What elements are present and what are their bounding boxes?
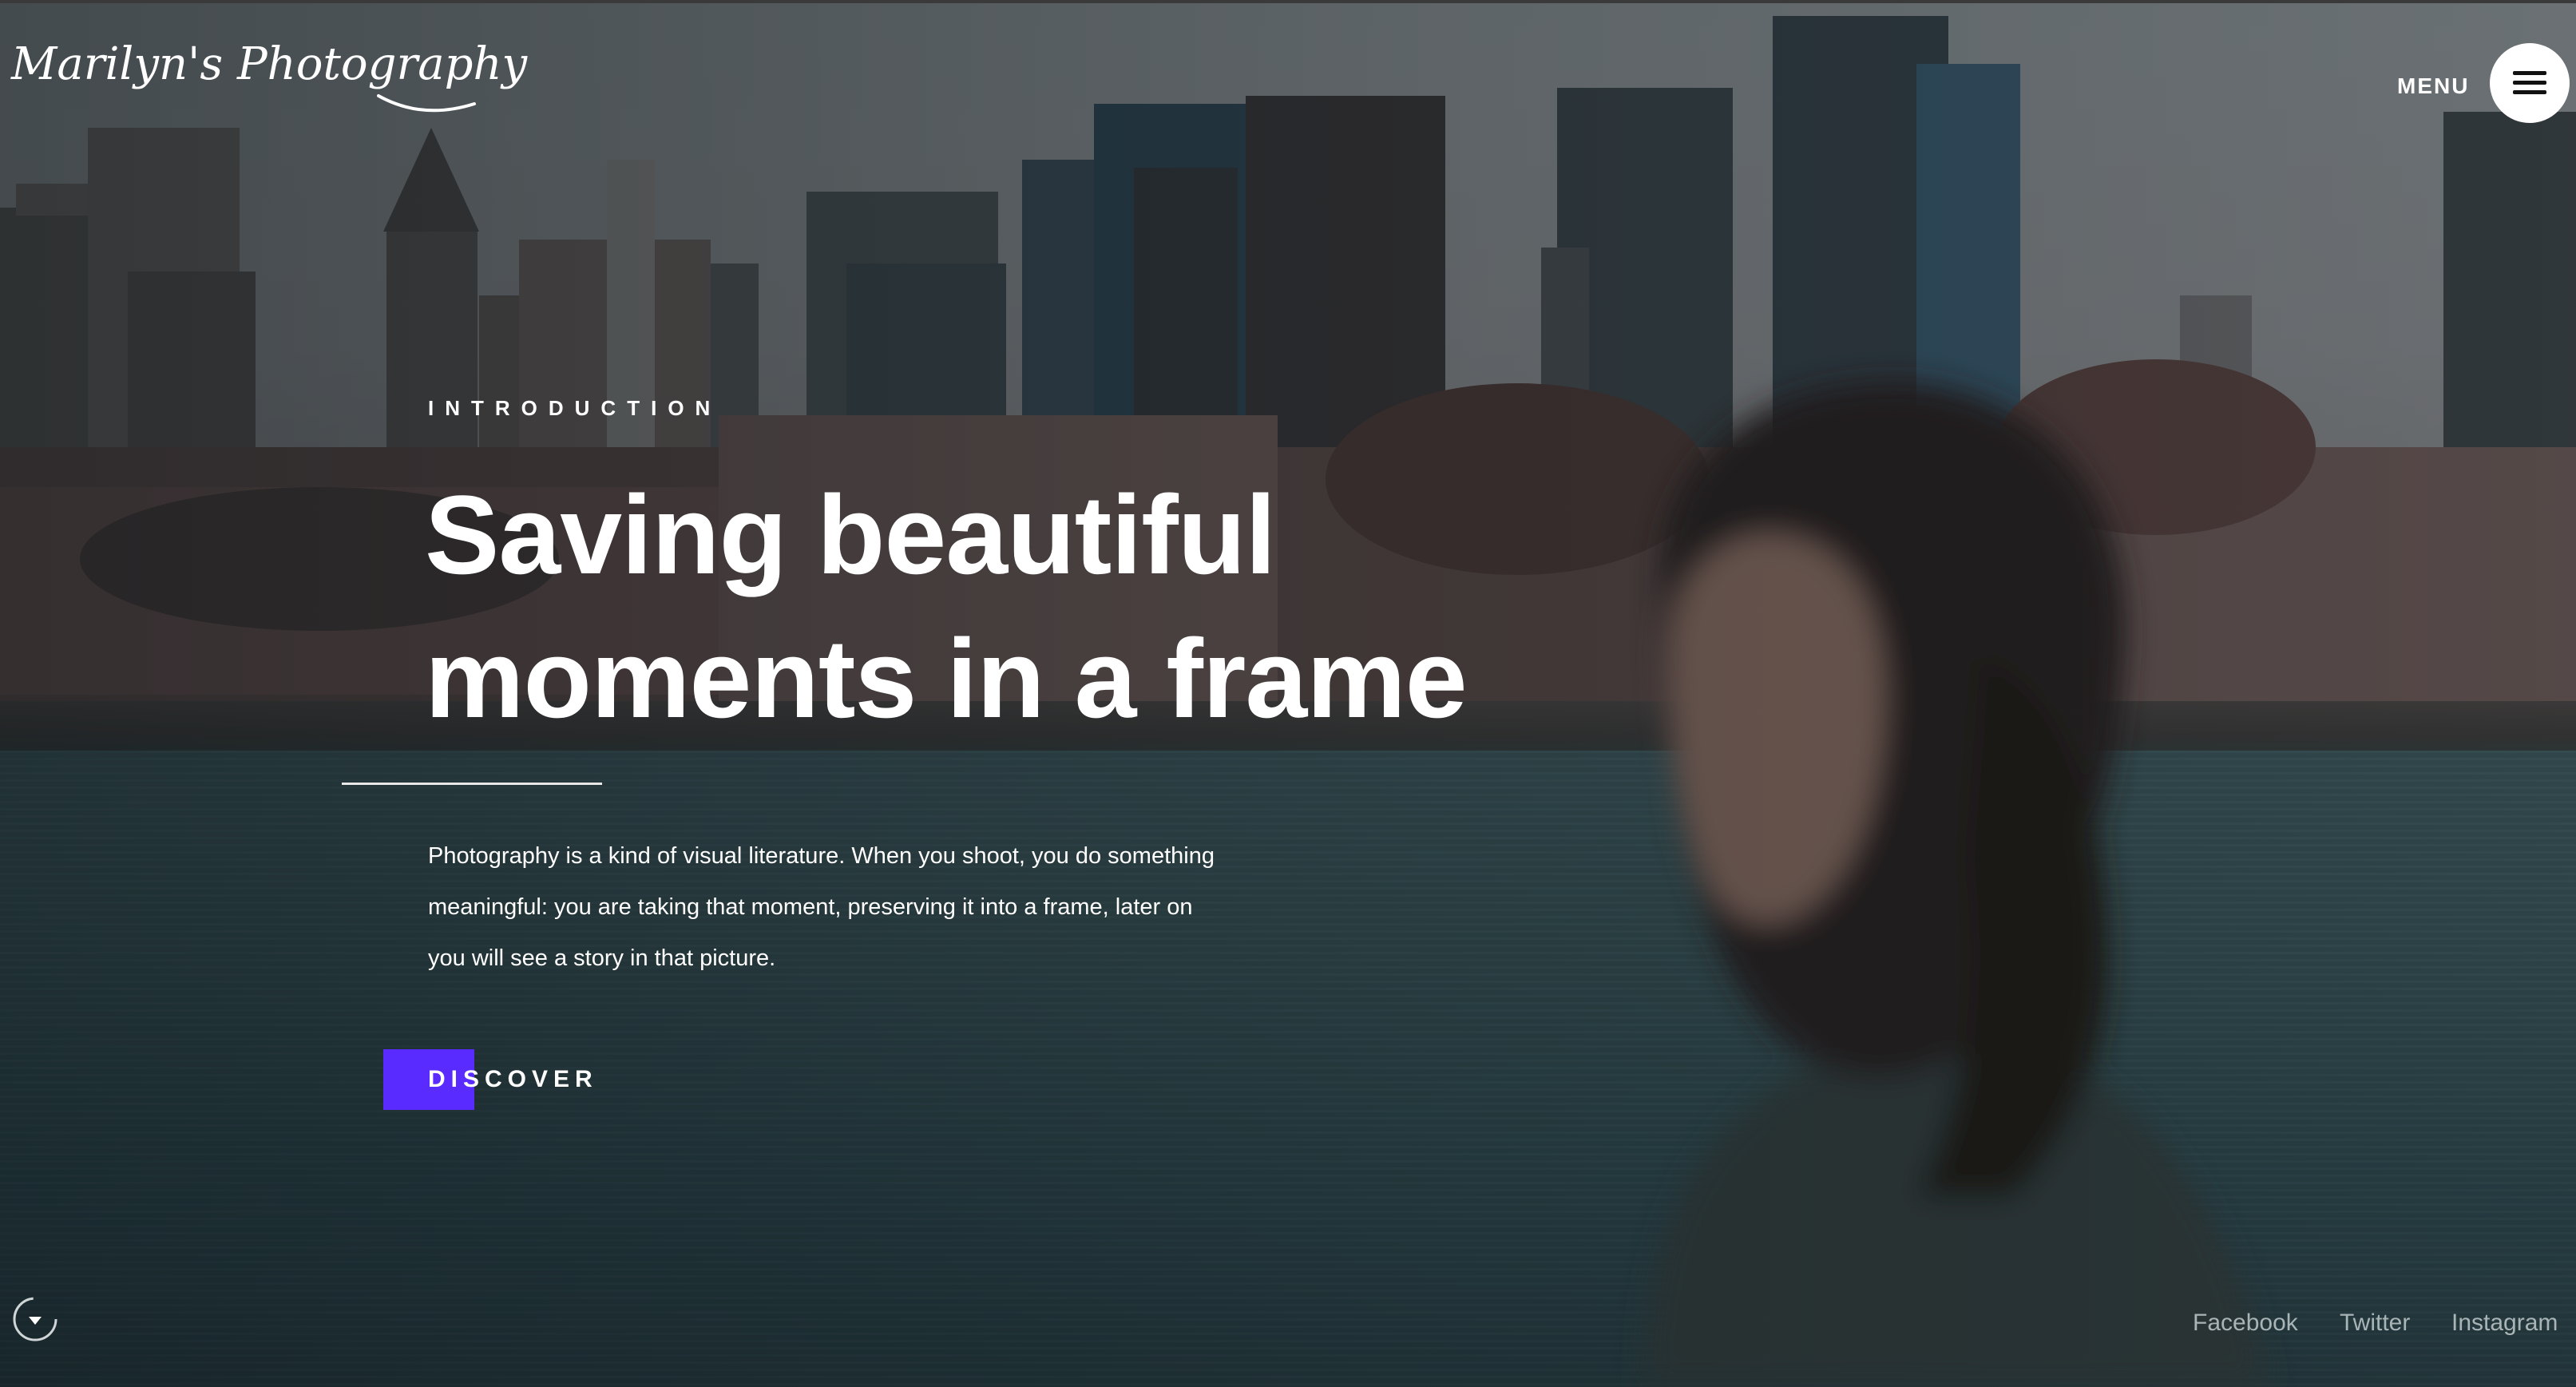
- logo-swash-decoration: [377, 94, 476, 113]
- discover-button[interactable]: DISCOVER: [383, 1049, 598, 1110]
- hero-description: Photography is a kind of visual literatu…: [428, 830, 1306, 984]
- headline-line-1: Saving beautiful: [425, 472, 1276, 597]
- discover-button-label: DISCOVER: [428, 1066, 598, 1092]
- page: Marilyn's Photography MENU INTRODUCTION …: [0, 0, 2576, 1387]
- top-border: [0, 0, 2576, 3]
- hero-headline: Saving beautiful moments in a frame: [425, 463, 1702, 751]
- social-link-instagram[interactable]: Instagram: [2451, 1310, 2558, 1337]
- headline-line-2: moments in a frame: [425, 616, 1468, 741]
- divider-line: [342, 783, 602, 785]
- social-link-twitter[interactable]: Twitter: [2340, 1310, 2410, 1337]
- scroll-down-icon[interactable]: [11, 1295, 59, 1343]
- description-line-3: you will see a story in that picture.: [428, 945, 776, 971]
- description-line-2: meaningful: you are taking that moment, …: [428, 894, 1193, 920]
- social-link-facebook[interactable]: Facebook: [2193, 1310, 2298, 1337]
- hamburger-menu-icon: [2513, 71, 2546, 95]
- section-eyebrow: INTRODUCTION: [428, 396, 722, 420]
- menu-button[interactable]: [2490, 43, 2570, 123]
- menu-label[interactable]: MENU: [2397, 73, 2469, 99]
- description-line-1: Photography is a kind of visual literatu…: [428, 843, 1215, 869]
